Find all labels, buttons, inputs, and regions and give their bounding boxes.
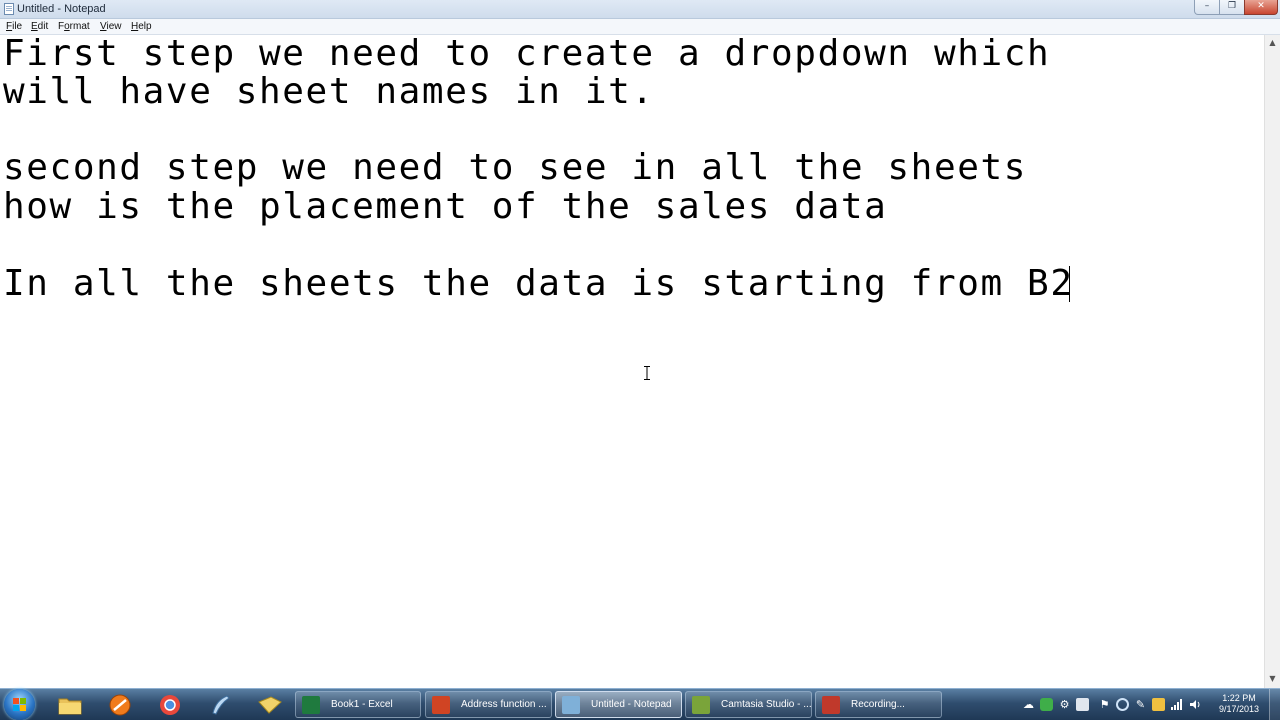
scroll-down-arrow-icon[interactable]: ▼ (1267, 673, 1278, 684)
text-caret (1069, 266, 1070, 302)
task-notepad[interactable]: Untitled - Notepad (555, 691, 682, 718)
menu-help[interactable]: Help (131, 20, 152, 33)
taskbar: Book1 - Excel Address function ... Untit… (0, 688, 1280, 720)
task-camtasia[interactable]: Camtasia Studio - ... (685, 691, 812, 718)
editor-line: will have sheet names in it. (3, 71, 655, 112)
clock-time: 1:22 PM (1222, 693, 1256, 703)
editor-line: how is the placement of the sales data (3, 186, 888, 227)
menu-file[interactable]: File (6, 20, 22, 33)
menu-file-label: ile (12, 21, 23, 32)
explorer-folder-icon[interactable] (57, 693, 83, 717)
task-label: Book1 - Excel (331, 699, 393, 710)
task-label: Recording... (851, 699, 905, 710)
notepad-window: Untitled - Notepad – ❐ ✕ File Edit Forma… (0, 0, 1280, 688)
close-button[interactable]: ✕ (1244, 0, 1278, 15)
task-recording[interactable]: Recording... (815, 691, 942, 718)
volume-icon[interactable] (1189, 698, 1202, 711)
menu-edit[interactable]: Edit (31, 20, 48, 33)
text-editor-area[interactable]: First step we need to create a dropdown … (0, 35, 1264, 688)
network-signal-icon[interactable] (1170, 698, 1183, 711)
menu-view[interactable]: View (100, 20, 122, 33)
window-title: Untitled - Notepad (17, 3, 106, 15)
menu-help-label: elp (138, 21, 152, 32)
show-desktop-button[interactable] (1269, 689, 1280, 720)
window-tray-icon[interactable] (1076, 698, 1089, 711)
recorder-icon (822, 696, 840, 714)
editor-line: First step we need to create a dropdown … (3, 33, 1051, 74)
minimize-button[interactable]: – (1194, 0, 1220, 15)
ibeam-cursor-icon (644, 366, 650, 380)
pen-icon[interactable]: ✎ (1134, 698, 1147, 711)
menu-edit-label: dit (37, 21, 49, 32)
title-bar[interactable]: Untitled - Notepad – ❐ ✕ (0, 0, 1280, 19)
editor-line: In all the sheets the data is starting f… (3, 263, 1074, 304)
tray-app-icon[interactable] (1040, 698, 1053, 711)
notepad-icon (562, 696, 580, 714)
vertical-scrollbar[interactable]: ▲ ▼ (1264, 35, 1280, 688)
notepad-app-icon[interactable] (4, 3, 14, 15)
cloud-icon[interactable]: ☁ (1022, 698, 1035, 711)
excel-icon (302, 696, 320, 714)
maximize-button[interactable]: ❐ (1219, 0, 1245, 15)
menu-view-label: iew (106, 21, 122, 32)
task-excel[interactable]: Book1 - Excel (295, 691, 421, 718)
flag-icon[interactable]: ⚑ (1098, 698, 1111, 711)
menu-edit-accel: E (31, 21, 38, 32)
start-button[interactable] (4, 689, 35, 720)
globe-icon[interactable] (1116, 698, 1129, 711)
menu-format[interactable]: Format (58, 20, 90, 33)
editor-line: second step we need to see in all the sh… (3, 147, 1028, 188)
system-clock[interactable]: 1:22 PM 9/17/2013 (1213, 693, 1265, 715)
clock-date: 9/17/2013 (1218, 704, 1260, 714)
task-label: Address function ... (461, 699, 547, 710)
pen-tool-icon[interactable] (207, 693, 233, 717)
task-label: Untitled - Notepad (591, 699, 672, 710)
menu-format-label: rmat (69, 21, 90, 32)
browser-icon[interactable] (157, 693, 183, 717)
camtasia-icon (692, 696, 710, 714)
battery-icon[interactable] (1152, 698, 1165, 711)
task-label: Camtasia Studio - ... (721, 699, 812, 710)
powerpoint-icon (432, 696, 450, 714)
media-player-icon[interactable] (107, 693, 133, 717)
sticky-folder-icon[interactable] (257, 693, 283, 717)
task-powerpoint[interactable]: Address function ... (425, 691, 552, 718)
scroll-up-arrow-icon[interactable]: ▲ (1267, 37, 1278, 48)
settings-icon[interactable]: ⚙ (1058, 698, 1071, 711)
